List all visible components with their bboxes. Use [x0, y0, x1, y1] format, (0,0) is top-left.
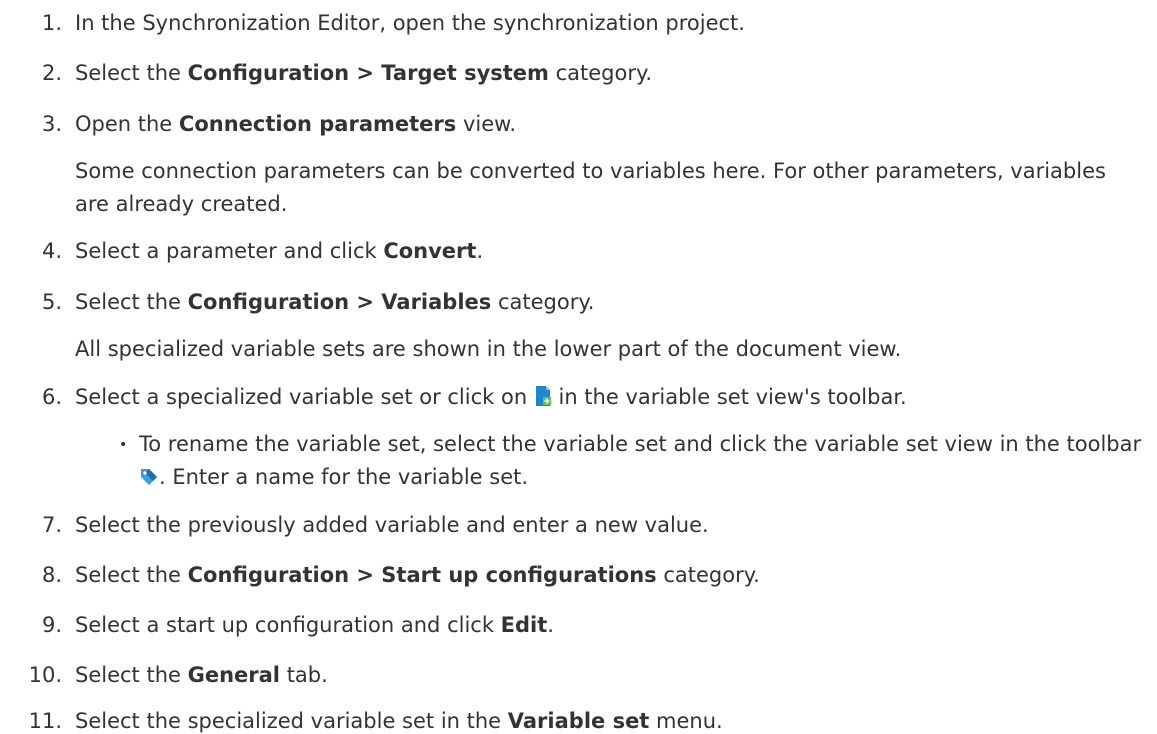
- bullet-text-pre: To rename the variable set, select the v…: [139, 432, 1142, 456]
- step-text-bold: Configuration > Start up configurations: [187, 563, 657, 587]
- bullet-marker: •: [119, 437, 128, 453]
- step-text: Select the previously added variable and…: [75, 513, 709, 537]
- step-number: 4.: [41, 239, 62, 263]
- step-text-pre: Select the specialized variable set in t…: [75, 709, 508, 733]
- step-number: 3.: [41, 112, 62, 136]
- step-number: 2.: [41, 61, 62, 85]
- step-text-pre: Select the: [75, 290, 188, 314]
- step-text-pre: Select the: [75, 61, 188, 85]
- step-number: 8.: [41, 563, 62, 587]
- step-text-bold: General: [187, 663, 281, 687]
- step-text-pre: Select the: [75, 563, 188, 587]
- step-number: 10.: [28, 663, 62, 687]
- rename-tag-icon[interactable]: [139, 464, 159, 497]
- bullet-text: To rename the variable set, select the v…: [139, 428, 1149, 497]
- step-text-post: category.: [491, 290, 595, 314]
- step-text-post: menu.: [649, 709, 723, 733]
- step-text: Select the specialized variable set in t…: [75, 708, 723, 734]
- step-text: Select the Configuration > Variables cat…: [75, 289, 594, 315]
- step-note: All specialized variable sets are shown …: [75, 337, 902, 361]
- step-text: Select a parameter and click Convert.: [75, 238, 483, 264]
- step-number: 11.: [28, 709, 62, 733]
- step-text-post: category.: [548, 61, 653, 85]
- step-text-post: in the variable set view's toolbar.: [551, 385, 907, 409]
- step-text-bold: Connection parameters: [178, 112, 457, 136]
- step-text: In the Synchronization Editor, open the …: [75, 11, 745, 35]
- step-number: 7.: [41, 513, 62, 537]
- step-text: Select the Configuration > Target system…: [75, 60, 652, 86]
- step-text-pre: Open the: [75, 112, 179, 136]
- step-text-pre: Select a start up configuration and clic…: [75, 613, 501, 637]
- step-text-post: category.: [656, 563, 760, 587]
- step-number: 1.: [41, 11, 62, 35]
- step-text: Open the Connection parameters view.: [75, 111, 516, 137]
- step-number: 6.: [41, 385, 62, 409]
- step-number: 5.: [41, 290, 62, 314]
- bullet-text-post: . Enter a name for the variable set.: [159, 465, 529, 489]
- step-text-post: .: [476, 239, 484, 263]
- step-text-post: view.: [456, 112, 517, 136]
- step-text-bold: Edit: [500, 613, 548, 637]
- step-text-pre: Select a specialized variable set or cli…: [75, 385, 534, 409]
- step-text-post: .: [547, 613, 554, 637]
- step-number: 9.: [41, 613, 62, 637]
- step-text-bold: Convert: [383, 239, 477, 263]
- step-text-bold: Configuration > Variables: [187, 290, 492, 314]
- step-text-pre: Select the: [75, 663, 188, 687]
- step-text-bold: Variable set: [507, 709, 650, 733]
- step-text: Select the Configuration > Start up conf…: [75, 562, 760, 588]
- step-text-post: tab.: [280, 663, 328, 687]
- step-text-bold: Configuration > Target system: [187, 61, 549, 85]
- step-note: Some connection parameters can be conver…: [75, 159, 1106, 216]
- step-text-pre: Select a parameter and click: [75, 239, 384, 263]
- step-text: Select a specialized variable set or cli…: [75, 384, 907, 413]
- step-text: Select the General tab.: [75, 662, 328, 688]
- add-variable-set-icon[interactable]: [534, 385, 552, 413]
- step-text: Select a start up configuration and clic…: [75, 612, 554, 638]
